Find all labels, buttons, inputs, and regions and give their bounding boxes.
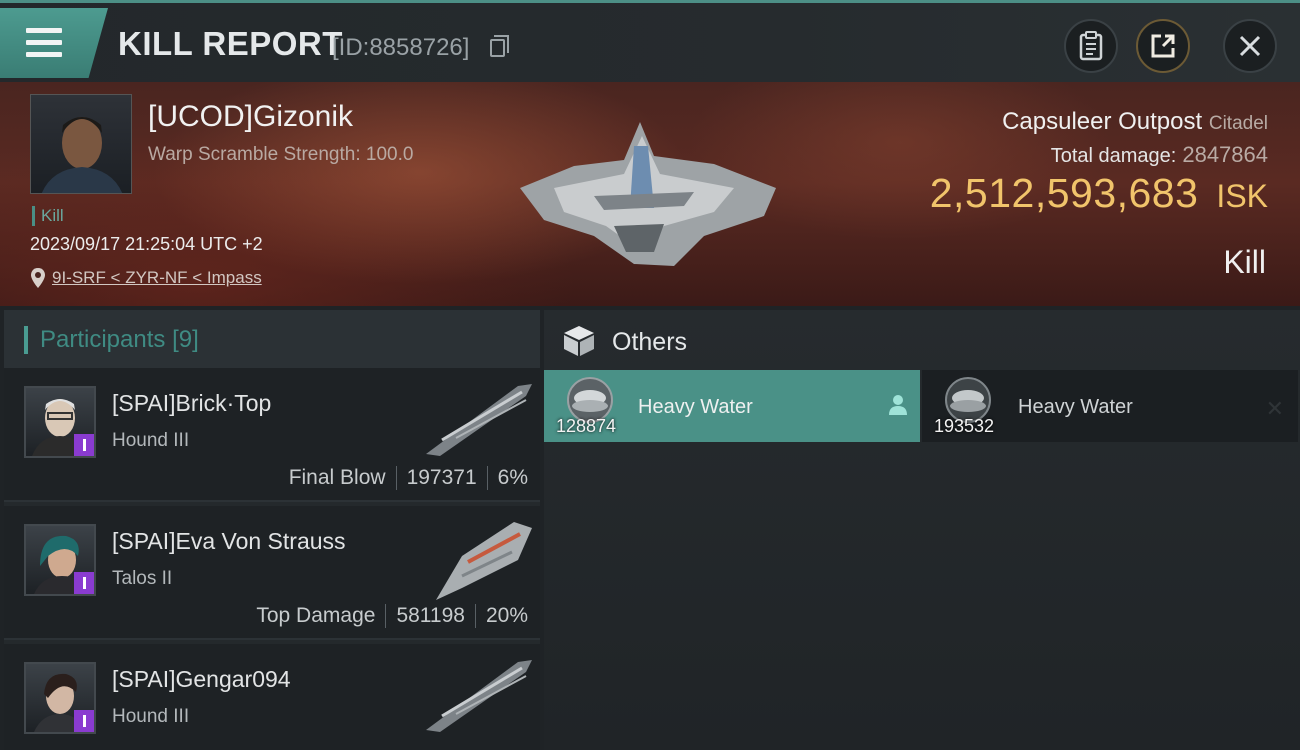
participant-ship: Hound III: [112, 430, 190, 451]
isk-value-row: 2,512,593,683 ISK: [930, 170, 1268, 217]
share-icon: [1151, 34, 1175, 58]
participant-percent: 6%: [497, 466, 528, 489]
avatar[interactable]: [24, 662, 96, 734]
avatar[interactable]: [24, 524, 96, 596]
participant-row[interactable]: [SPAI]Gengar094 Hound III: [4, 644, 540, 750]
item-name: Heavy Water: [1018, 396, 1133, 418]
location-pin-icon: [31, 268, 45, 288]
structure-image: [520, 122, 776, 266]
others-title: Others: [612, 328, 688, 356]
result-label: Kill: [1223, 244, 1266, 280]
participant-name[interactable]: [SPAI]Gengar094: [112, 666, 291, 693]
participant-stats: Final Blow 197371 6%: [289, 466, 528, 490]
portrait-image: [41, 117, 123, 193]
clipboard-button[interactable]: [1064, 19, 1118, 73]
participants-count: [9]: [172, 326, 199, 353]
corp-badge: [74, 572, 94, 594]
participant-name[interactable]: [SPAI]Brick·Top: [112, 390, 271, 417]
kill-timestamp: 2023/09/17 21:25:04 UTC +2: [30, 234, 263, 254]
target-type: Capsuleer Outpost Citadel: [1002, 108, 1268, 136]
header-bar: KILL REPORT [ID:8858726]: [0, 0, 1300, 82]
isk-value: 2,512,593,683: [929, 170, 1199, 216]
participant-ship: Hound III: [112, 706, 190, 727]
participants-title: Participants: [40, 326, 166, 353]
avatar[interactable]: [24, 386, 96, 458]
victim-subtitle: Warp Scramble Strength: 100.0: [148, 144, 414, 165]
participants-panel: Participants [9] [SPAI]Brick·Top Hound I…: [4, 310, 540, 750]
item-quantity: 128874: [556, 416, 617, 436]
victim-portrait[interactable]: [30, 94, 132, 194]
menu-icon: [26, 28, 62, 33]
ship-image: [426, 384, 532, 456]
participant-row[interactable]: [SPAI]Brick·Top Hound III Final Blow 197…: [4, 368, 540, 502]
close-button[interactable]: [1223, 19, 1277, 73]
corp-badge: [74, 710, 94, 732]
report-id: [ID:8858726]: [332, 34, 470, 61]
isk-unit: ISK: [1216, 178, 1268, 214]
item-name: Heavy Water: [638, 396, 753, 418]
ship-image: [436, 522, 532, 600]
participant-name[interactable]: [SPAI]Eva Von Strauss: [112, 528, 346, 555]
total-damage-value: 2847864: [1182, 142, 1268, 167]
copy-icon[interactable]: [490, 35, 509, 57]
participant-role: Top Damage: [256, 604, 376, 627]
participant-row[interactable]: [SPAI]Eva Von Strauss Talos II Top Damag…: [4, 506, 540, 640]
participants-header: Participants [9]: [4, 310, 540, 368]
others-panel: Others 128874 Heavy Water 193532 Heavy W…: [544, 310, 1300, 750]
corp-badge: [74, 434, 94, 456]
person-icon: [889, 395, 907, 415]
total-damage: Total damage: 2847864: [1051, 142, 1268, 168]
kill-tag: Kill: [32, 206, 64, 226]
participant-damage: 197371: [406, 466, 477, 489]
victim-name[interactable]: [UCOD]Gizonik: [148, 100, 353, 134]
location-link[interactable]: 9I-SRF < ZYR-NF < Impass: [52, 268, 262, 288]
share-button[interactable]: [1136, 19, 1190, 73]
close-icon: [1239, 35, 1261, 57]
participant-ship: Talos II: [112, 568, 173, 589]
menu-button[interactable]: [0, 8, 108, 78]
ship-image: [426, 660, 532, 732]
item-quantity: 193532: [934, 416, 995, 436]
participant-percent: 20%: [485, 604, 528, 627]
victim-banner: [UCOD]Gizonik Warp Scramble Strength: 10…: [0, 82, 1300, 306]
target-type-name: Capsuleer Outpost: [1002, 108, 1203, 135]
participant-role: Final Blow: [288, 466, 386, 489]
destroyed-x-icon: ✕: [1265, 396, 1284, 421]
loot-item[interactable]: 128874 Heavy Water: [544, 370, 920, 442]
participant-damage: 581198: [396, 604, 465, 627]
others-header: Others: [544, 310, 1300, 368]
participant-stats: Top Damage 581198 20%: [256, 604, 528, 628]
cargo-box-icon: [564, 326, 594, 356]
target-class: Citadel: [1208, 113, 1268, 134]
page-title: KILL REPORT: [118, 25, 343, 62]
total-damage-label: Total damage:: [1050, 145, 1177, 167]
loot-item[interactable]: 193532 Heavy Water ✕: [922, 370, 1298, 442]
clipboard-icon: [1079, 31, 1103, 61]
